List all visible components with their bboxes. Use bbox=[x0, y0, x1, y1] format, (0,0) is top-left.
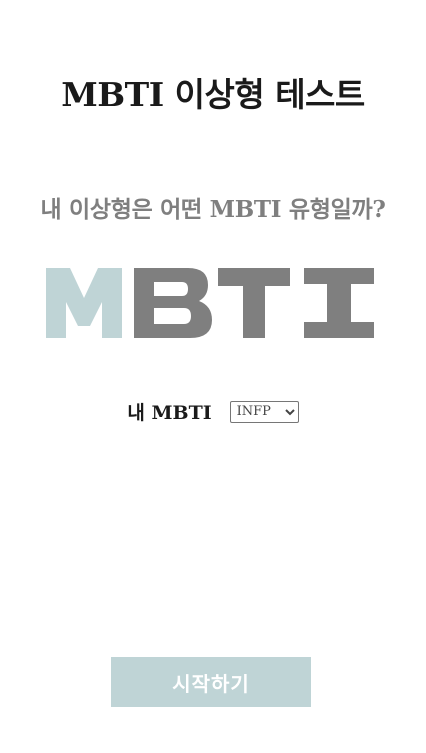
mbti-select-row: 내 MBTI INFP bbox=[0, 398, 426, 425]
mbti-logo-letter-b bbox=[134, 268, 212, 338]
start-button[interactable]: 시작하기 bbox=[111, 657, 311, 707]
mbti-select-dropdown[interactable]: INFP bbox=[229, 400, 299, 423]
mbti-logo-letter-t bbox=[218, 268, 290, 338]
mbti-logo-letter-i bbox=[304, 268, 374, 338]
mbti-logo bbox=[46, 268, 374, 338]
mbti-select-label: 내 MBTI bbox=[127, 402, 212, 424]
subtitle-question: 내 이상형은 어떤 MBTI 유형일까? bbox=[40, 196, 386, 223]
mbti-logo-letter-m bbox=[46, 268, 122, 338]
page-title: MBTI 이상형 테스트 bbox=[61, 75, 365, 114]
